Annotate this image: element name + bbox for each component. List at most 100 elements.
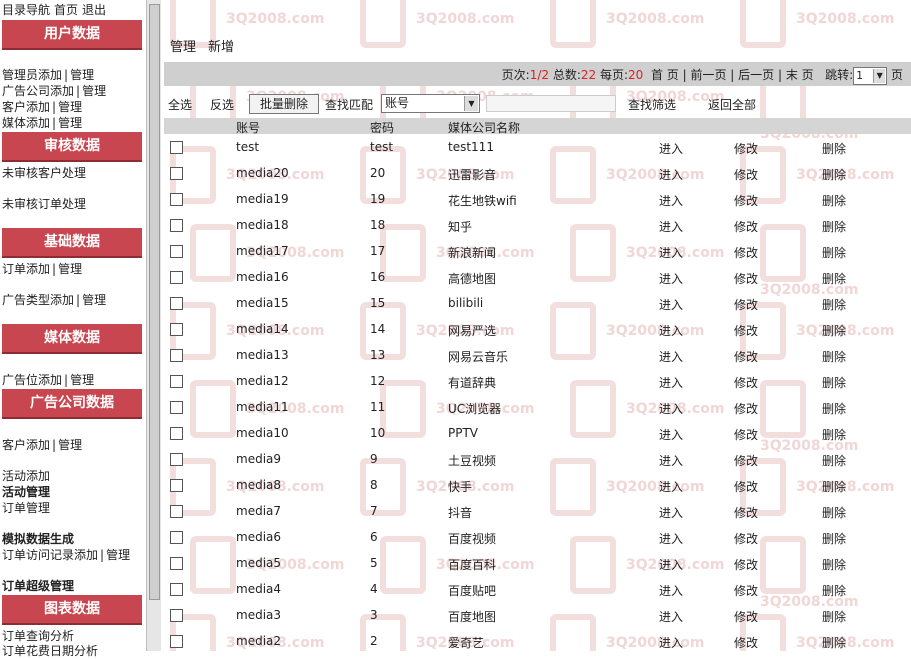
return-all-button[interactable]: 返回全部 (708, 96, 756, 113)
row-checkbox[interactable] (170, 271, 183, 284)
row-checkbox[interactable] (170, 531, 183, 544)
delete-link[interactable]: 删除 (822, 504, 846, 521)
delete-link[interactable]: 删除 (822, 374, 846, 391)
delete-link[interactable]: 删除 (822, 400, 846, 417)
edit-link[interactable]: 修改 (734, 400, 758, 417)
enter-link[interactable]: 进入 (659, 296, 683, 313)
row-checkbox[interactable] (170, 453, 183, 466)
row-checkbox[interactable] (170, 245, 183, 258)
delete-link[interactable]: 删除 (822, 192, 846, 209)
enter-link[interactable]: 进入 (659, 322, 683, 339)
match-field-select[interactable]: 账号 ▼ (381, 94, 480, 113)
tab-add[interactable]: 新增 (208, 40, 234, 55)
enter-link[interactable]: 进入 (659, 530, 683, 547)
edit-link[interactable]: 修改 (734, 504, 758, 521)
section-header-media-data[interactable]: 媒体数据 (2, 324, 142, 354)
edit-link[interactable]: 修改 (734, 634, 758, 651)
delete-link[interactable]: 删除 (822, 582, 846, 599)
sidebar-scrollbar[interactable] (146, 0, 161, 651)
enter-link[interactable]: 进入 (659, 582, 683, 599)
row-checkbox[interactable] (170, 505, 183, 518)
row-checkbox[interactable] (170, 375, 183, 388)
order-manage2-link[interactable]: 订单管理 (2, 499, 50, 516)
section-header-base-data[interactable]: 基础数据 (2, 228, 142, 258)
batch-delete-button[interactable]: 批量删除 (249, 94, 320, 114)
client-manage-link[interactable]: 管理 (58, 100, 82, 114)
edit-link[interactable]: 修改 (734, 322, 758, 339)
edit-link[interactable]: 修改 (734, 348, 758, 365)
invert-selection-button[interactable]: 反选 (210, 96, 234, 113)
row-checkbox[interactable] (170, 219, 183, 232)
adslot-add-link[interactable]: 广告位添加 (2, 373, 62, 387)
edit-link[interactable]: 修改 (734, 608, 758, 625)
section-header-adco-data[interactable]: 广告公司数据 (2, 389, 142, 419)
client2-manage-link[interactable]: 管理 (58, 438, 82, 452)
enter-link[interactable]: 进入 (659, 270, 683, 287)
edit-link[interactable]: 修改 (734, 140, 758, 157)
enter-link[interactable]: 进入 (659, 504, 683, 521)
enter-link[interactable]: 进入 (659, 374, 683, 391)
client-add-link[interactable]: 客户添加 (2, 100, 50, 114)
row-checkbox[interactable] (170, 349, 183, 362)
edit-link[interactable]: 修改 (734, 530, 758, 547)
delete-link[interactable]: 删除 (822, 608, 846, 625)
enter-link[interactable]: 进入 (659, 140, 683, 157)
page-jump-select[interactable]: 1 ▼ (853, 66, 888, 85)
scrollbar-thumb[interactable] (149, 4, 160, 600)
delete-link[interactable]: 删除 (822, 270, 846, 287)
edit-link[interactable]: 修改 (734, 478, 758, 495)
row-checkbox[interactable] (170, 609, 183, 622)
section-header-user-data[interactable]: 用户数据 (2, 20, 142, 50)
edit-link[interactable]: 修改 (734, 582, 758, 599)
row-checkbox[interactable] (170, 635, 183, 648)
edit-link[interactable]: 修改 (734, 166, 758, 183)
activity-manage-link[interactable]: 活动管理 (2, 483, 50, 500)
client2-add-link[interactable]: 客户添加 (2, 438, 50, 452)
delete-link[interactable]: 删除 (822, 426, 846, 443)
enter-link[interactable]: 进入 (659, 452, 683, 469)
row-checkbox[interactable] (170, 193, 183, 206)
enter-link[interactable]: 进入 (659, 244, 683, 261)
enter-link[interactable]: 进入 (659, 634, 683, 651)
order-add-link[interactable]: 订单添加 (2, 262, 50, 276)
section-header-chart-data[interactable]: 图表数据 (2, 595, 142, 625)
unreviewed-order-link[interactable]: 未审核订单处理 (2, 195, 86, 212)
row-checkbox[interactable] (170, 583, 183, 596)
enter-link[interactable]: 进入 (659, 348, 683, 365)
row-checkbox[interactable] (170, 323, 183, 336)
edit-link[interactable]: 修改 (734, 374, 758, 391)
tab-manage[interactable]: 管理 (170, 40, 196, 55)
enter-link[interactable]: 进入 (659, 218, 683, 235)
row-checkbox[interactable] (170, 401, 183, 414)
visit-manage-link[interactable]: 管理 (106, 548, 130, 562)
nav-directory-link[interactable]: 目录导航 (2, 3, 50, 17)
adtype-add-link[interactable]: 广告类型添加 (2, 293, 74, 307)
row-checkbox[interactable] (170, 427, 183, 440)
edit-link[interactable]: 修改 (734, 452, 758, 469)
order-super-link[interactable]: 订单超级管理 (2, 577, 74, 594)
delete-link[interactable]: 删除 (822, 556, 846, 573)
edit-link[interactable]: 修改 (734, 218, 758, 235)
edit-link[interactable]: 修改 (734, 270, 758, 287)
edit-link[interactable]: 修改 (734, 192, 758, 209)
adtype-manage-link[interactable]: 管理 (82, 293, 106, 307)
mock-data-link[interactable]: 模拟数据生成 (2, 530, 74, 547)
order-manage-link[interactable]: 管理 (58, 262, 82, 276)
row-checkbox[interactable] (170, 141, 183, 154)
visit-add-link[interactable]: 订单访问记录添加 (2, 548, 98, 562)
delete-link[interactable]: 删除 (822, 530, 846, 547)
enter-link[interactable]: 进入 (659, 478, 683, 495)
admin-manage-link[interactable]: 管理 (70, 68, 94, 82)
row-checkbox[interactable] (170, 167, 183, 180)
delete-link[interactable]: 删除 (822, 166, 846, 183)
delete-link[interactable]: 删除 (822, 218, 846, 235)
enter-link[interactable]: 进入 (659, 192, 683, 209)
enter-link[interactable]: 进入 (659, 166, 683, 183)
row-checkbox[interactable] (170, 557, 183, 570)
media-add-link[interactable]: 媒体添加 (2, 116, 50, 130)
activity-add-link[interactable]: 活动添加 (2, 467, 50, 484)
media-manage-link[interactable]: 管理 (58, 116, 82, 130)
first-page-link[interactable]: 首 页 (651, 68, 679, 82)
adco-manage-link[interactable]: 管理 (82, 84, 106, 98)
unreviewed-client-link[interactable]: 未审核客户处理 (2, 164, 86, 181)
